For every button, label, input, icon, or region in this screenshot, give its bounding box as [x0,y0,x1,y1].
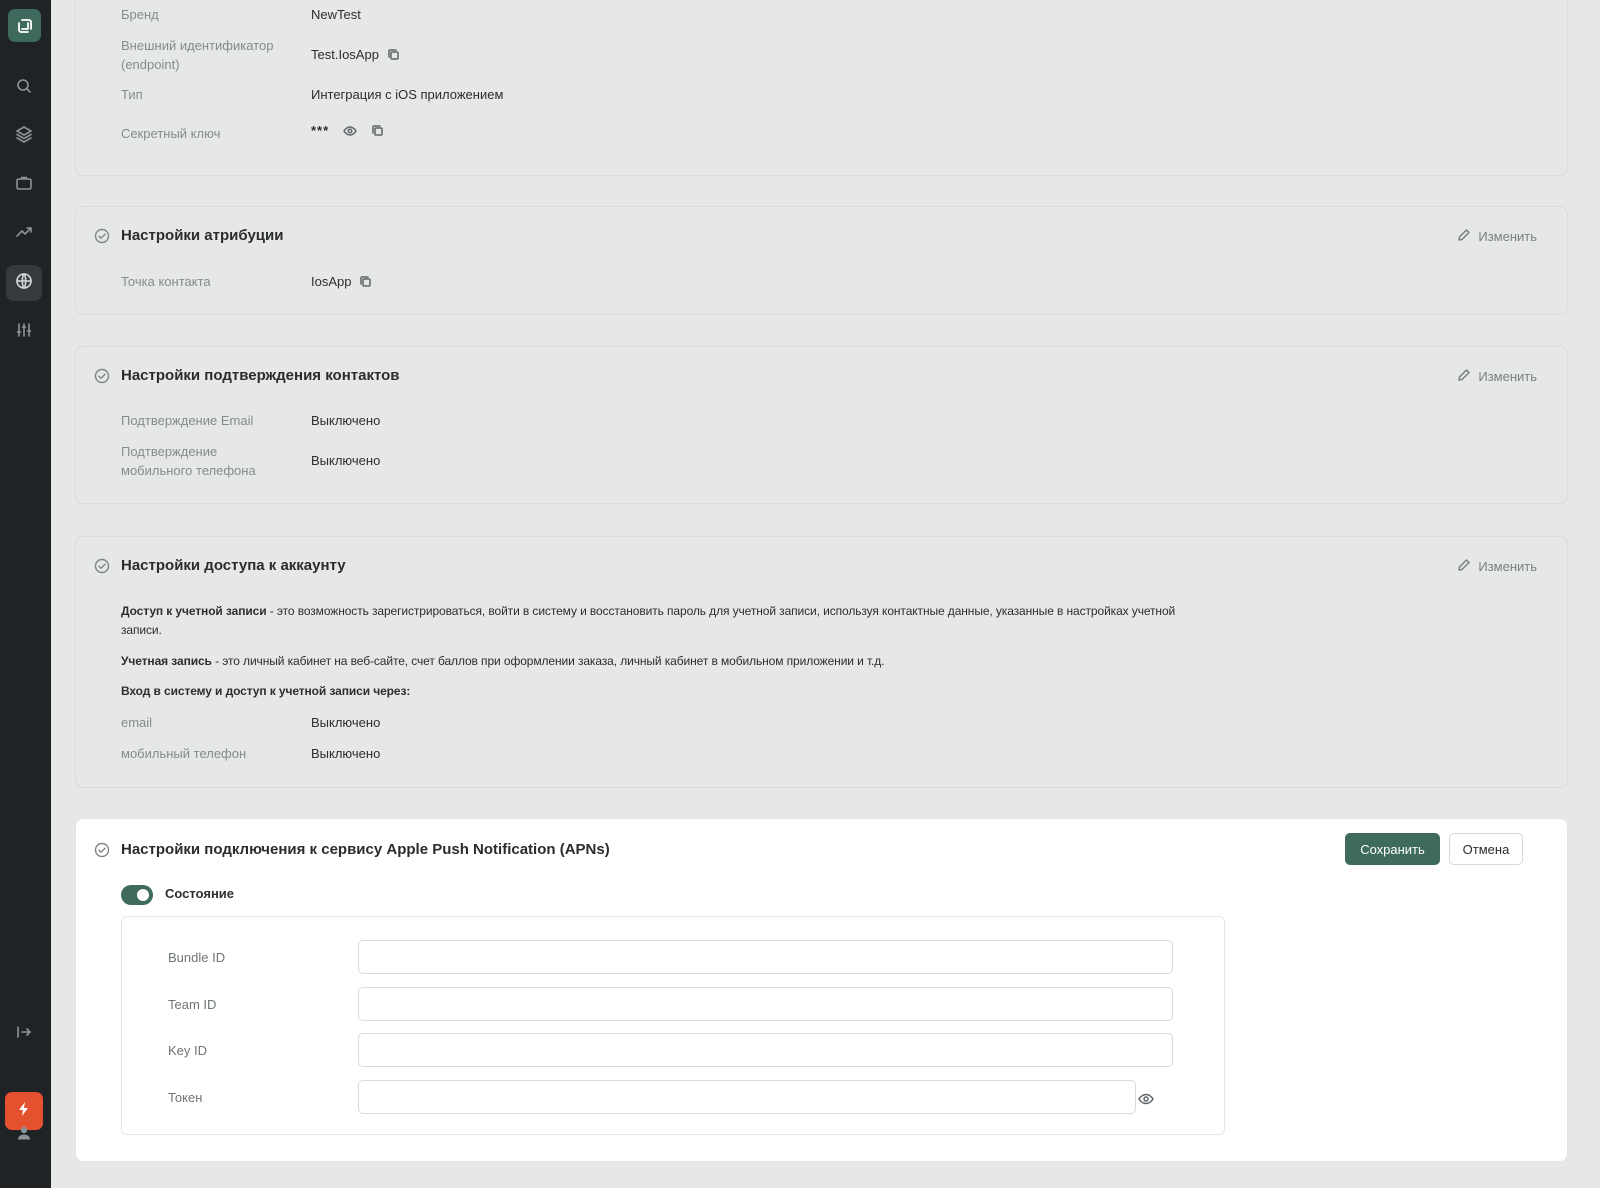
account-access-title: Настройки доступа к аккаунту [121,557,346,574]
apns-settings-card: Настройки подключения к сервису Apple Pu… [75,818,1568,1162]
contact-confirmation-title: Настройки подтверждения контактов [121,367,400,384]
brand-value: NewTest [311,7,361,22]
save-button[interactable]: Сохранить [1345,833,1440,865]
endpoint-value: Test.IosApp [311,45,400,64]
logout-icon [15,1023,33,1046]
sliders-icon [15,321,33,344]
eye-icon[interactable] [343,124,357,138]
nav-layers[interactable] [6,118,42,154]
nav-search[interactable] [6,70,42,106]
contact-confirmation-edit-button[interactable]: Изменить [1457,368,1537,385]
type-label: Тип [121,87,143,102]
integration-info-card: Бренд NewTest Внешний идентификатор (end… [75,0,1568,176]
copy-icon[interactable] [387,48,400,61]
bundle-id-input[interactable] [358,940,1173,974]
globe-icon [15,272,33,295]
contact-point-label: Точка контакта [121,274,211,289]
email-access-value: Выключено [311,715,381,730]
copy-icon[interactable] [371,124,384,137]
nav-integrations[interactable] [6,265,42,301]
account-definition: Учетная запись - это личный кабинет на в… [121,654,885,668]
trending-up-icon [15,223,33,246]
phone-confirmation-value: Выключено [311,453,381,468]
type-value: Интеграция с iOS приложением [311,87,504,102]
pencil-icon [1457,558,1471,575]
layers-icon [15,125,33,148]
secret-key-label: Секретный ключ [121,126,221,141]
logo-icon[interactable] [8,9,41,42]
login-methods-heading: Вход в систему и доступ к учетной записи… [121,684,411,698]
email-confirmation-label: Подтверждение Email [121,413,254,428]
status-toggle-label: Состояние [165,886,235,901]
token-label: Токен [168,1090,203,1105]
contact-confirmation-card: Настройки подтверждения контактов Измени… [75,346,1568,504]
apns-fields-panel: Bundle ID Team ID Key ID Токен [121,916,1225,1135]
endpoint-label: Внешний идентификатор (endpoint) [121,38,274,72]
account-access-edit-button[interactable]: Изменить [1457,558,1537,575]
contact-point-value: IosApp [311,272,372,291]
nav-analytics[interactable] [6,216,42,252]
phone-access-value: Выключено [311,746,381,761]
sidebar [0,0,51,1188]
phone-access-label: мобильный телефон [121,746,247,761]
attribution-edit-button[interactable]: Изменить [1457,228,1537,245]
bundle-id-label: Bundle ID [168,950,226,965]
brand-label: Бренд [121,7,159,22]
phone-confirmation-label: Подтверждение мобильного телефона [121,444,256,478]
cancel-button[interactable]: Отмена [1449,833,1523,865]
secret-key-value: *** [311,121,384,140]
email-confirmation-value: Выключено [311,413,381,428]
nav-settings[interactable] [6,314,42,350]
check-circle-icon [94,842,110,858]
key-id-input[interactable] [358,1033,1173,1067]
user-icon [15,1124,33,1147]
attribution-card: Настройки атрибуции Изменить Точка конта… [75,206,1568,315]
team-id-input[interactable] [358,987,1173,1021]
account-access-description: Доступ к учетной записи - это возможност… [121,604,1176,637]
nav-profile[interactable] [6,1117,42,1153]
pencil-icon [1457,228,1471,245]
account-access-card: Настройки доступа к аккаунту Изменить До… [75,536,1568,788]
token-input[interactable] [358,1080,1136,1114]
check-circle-icon [94,368,110,384]
pencil-icon [1457,368,1471,385]
eye-icon[interactable] [1138,1091,1154,1107]
search-icon [15,77,33,100]
key-id-label: Key ID [168,1043,208,1058]
check-circle-icon [94,228,110,244]
main-content: Бренд NewTest Внешний идентификатор (end… [51,0,1600,1188]
check-circle-icon [94,558,110,574]
attribution-title: Настройки атрибуции [121,227,284,244]
apns-title: Настройки подключения к сервису Apple Pu… [121,841,610,858]
nav-briefcase[interactable] [6,167,42,203]
status-toggle[interactable] [121,885,153,905]
nav-logout[interactable] [6,1016,42,1052]
copy-icon[interactable] [359,275,372,288]
briefcase-icon [15,174,33,197]
email-access-label: email [121,715,153,730]
team-id-label: Team ID [168,997,217,1012]
